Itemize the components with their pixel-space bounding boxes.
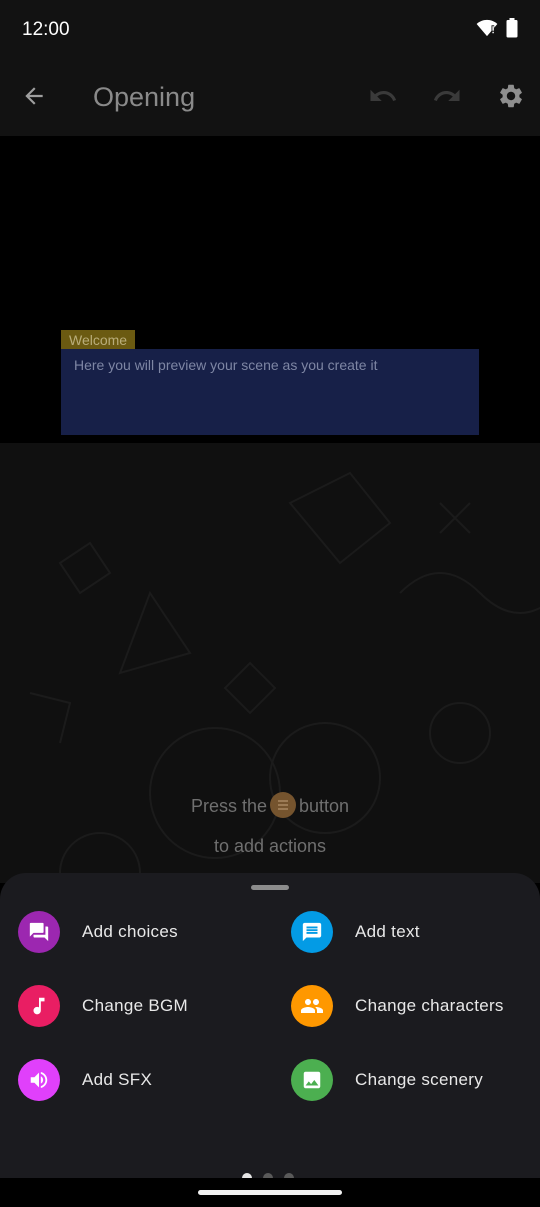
change-scenery-button[interactable]: Change scenery <box>291 1058 483 1102</box>
page-title: Opening <box>93 82 196 112</box>
action-label: Add choices <box>82 922 178 941</box>
action-label: Change scenery <box>355 1070 483 1089</box>
hint-line-1: Press the button <box>0 792 540 819</box>
settings-button[interactable] <box>487 74 535 122</box>
actions-bottom-sheet: Add choices Add text Change BGM Change c… <box>0 873 540 1183</box>
action-label: Add text <box>355 922 420 941</box>
add-text-button[interactable]: Add text <box>291 910 420 954</box>
message-icon <box>291 911 333 953</box>
forum-icon <box>18 911 60 953</box>
add-sfx-button[interactable]: Add SFX <box>18 1058 152 1102</box>
undo-icon <box>368 81 398 116</box>
gear-icon <box>497 82 525 115</box>
status-icons <box>476 17 518 43</box>
add-choices-button[interactable]: Add choices <box>18 910 178 954</box>
redo-icon <box>432 81 462 116</box>
drag-handle[interactable] <box>251 885 289 890</box>
dialog-box: Here you will preview your scene as you … <box>61 349 479 435</box>
hint-line-2: to add actions <box>213 836 327 856</box>
dialog-text: Here you will preview your scene as you … <box>74 357 378 373</box>
change-characters-button[interactable]: Change characters <box>291 984 504 1028</box>
redo-button[interactable] <box>423 74 471 122</box>
status-bar: 12:00 <box>0 0 540 60</box>
status-time: 12:00 <box>22 19 70 40</box>
action-label: Add SFX <box>82 1070 153 1089</box>
app-bar: Opening <box>0 60 540 136</box>
hint-text-after: button <box>299 796 350 816</box>
hint-text-before: Press the <box>190 796 267 816</box>
menu-icon <box>270 792 296 819</box>
action-label: Change characters <box>355 996 504 1015</box>
image-icon <box>291 1059 333 1101</box>
home-gesture-handle[interactable] <box>198 1190 342 1195</box>
people-icon <box>291 985 333 1027</box>
battery-icon <box>506 17 518 43</box>
change-bgm-button[interactable]: Change BGM <box>18 984 188 1028</box>
volume-icon <box>18 1059 60 1101</box>
action-label: Change BGM <box>82 996 188 1015</box>
undo-button[interactable] <box>359 74 407 122</box>
actions-editor-area: Press the button to add actions <box>0 443 540 883</box>
speaker-name-tag: Welcome <box>61 330 136 350</box>
arrow-back-icon <box>21 83 47 114</box>
system-nav-bar <box>0 1178 540 1207</box>
back-button[interactable] <box>10 74 58 122</box>
wifi-icon <box>476 19 498 42</box>
music-note-icon <box>18 985 60 1027</box>
scene-preview: Welcome Here you will preview your scene… <box>0 136 540 443</box>
